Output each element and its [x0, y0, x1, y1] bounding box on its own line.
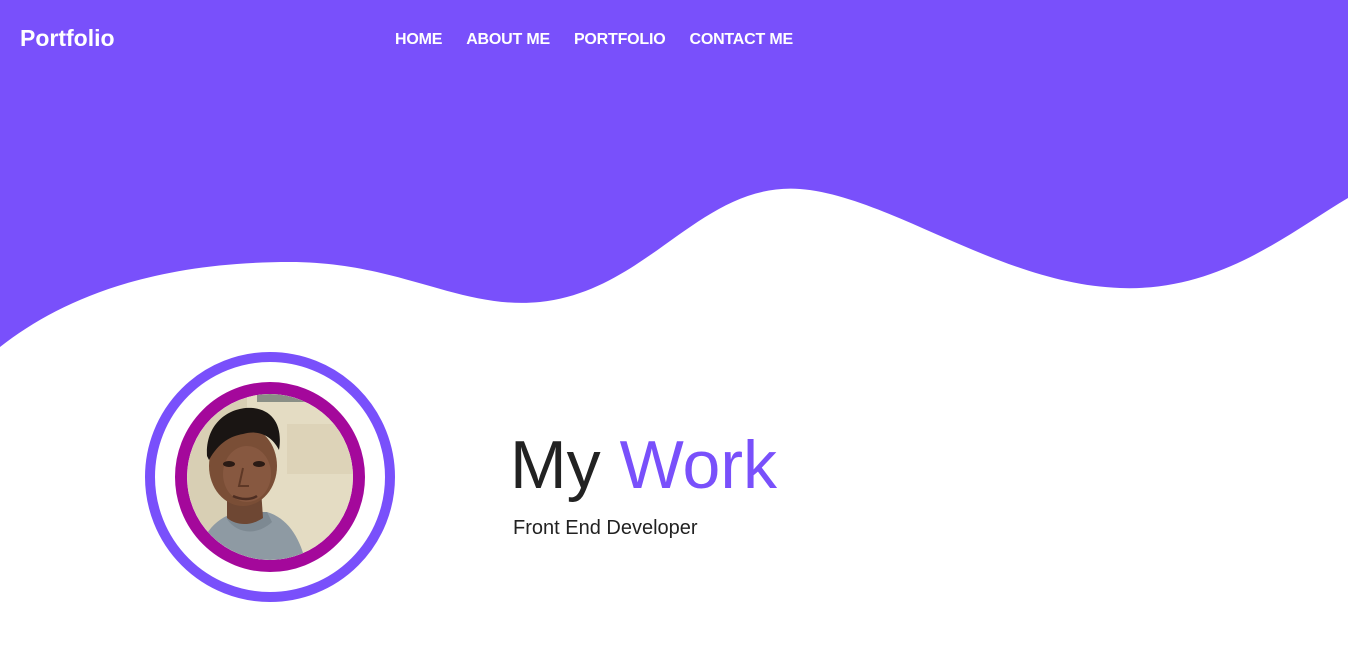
hero-text-block: My Work Front End Developer [510, 425, 777, 540]
brand-logo[interactable]: Portfolio [20, 25, 115, 52]
hero-subtitle: Front End Developer [513, 517, 698, 539]
nav-link-portfolio[interactable]: PORTFOLIO [574, 31, 666, 49]
avatar-inner-ring [175, 382, 365, 572]
main-nav: HOME ABOUT ME PORTFOLIO CONTACT ME [395, 31, 817, 49]
hero-title-part2: Work [619, 427, 777, 503]
top-navbar: Portfolio HOME ABOUT ME PORTFOLIO CONTAC… [0, 0, 1348, 78]
avatar-container [145, 352, 395, 602]
hero-title-part1: My [510, 427, 601, 503]
portfolio-page: Portfolio HOME ABOUT ME PORTFOLIO CONTAC… [0, 0, 1348, 657]
nav-link-home[interactable]: HOME [395, 31, 442, 49]
hero-title: My Work [510, 425, 777, 505]
nav-link-contact-me[interactable]: CONTACT ME [689, 31, 793, 49]
profile-photo [187, 394, 353, 560]
nav-link-about-me[interactable]: ABOUT ME [466, 31, 550, 49]
